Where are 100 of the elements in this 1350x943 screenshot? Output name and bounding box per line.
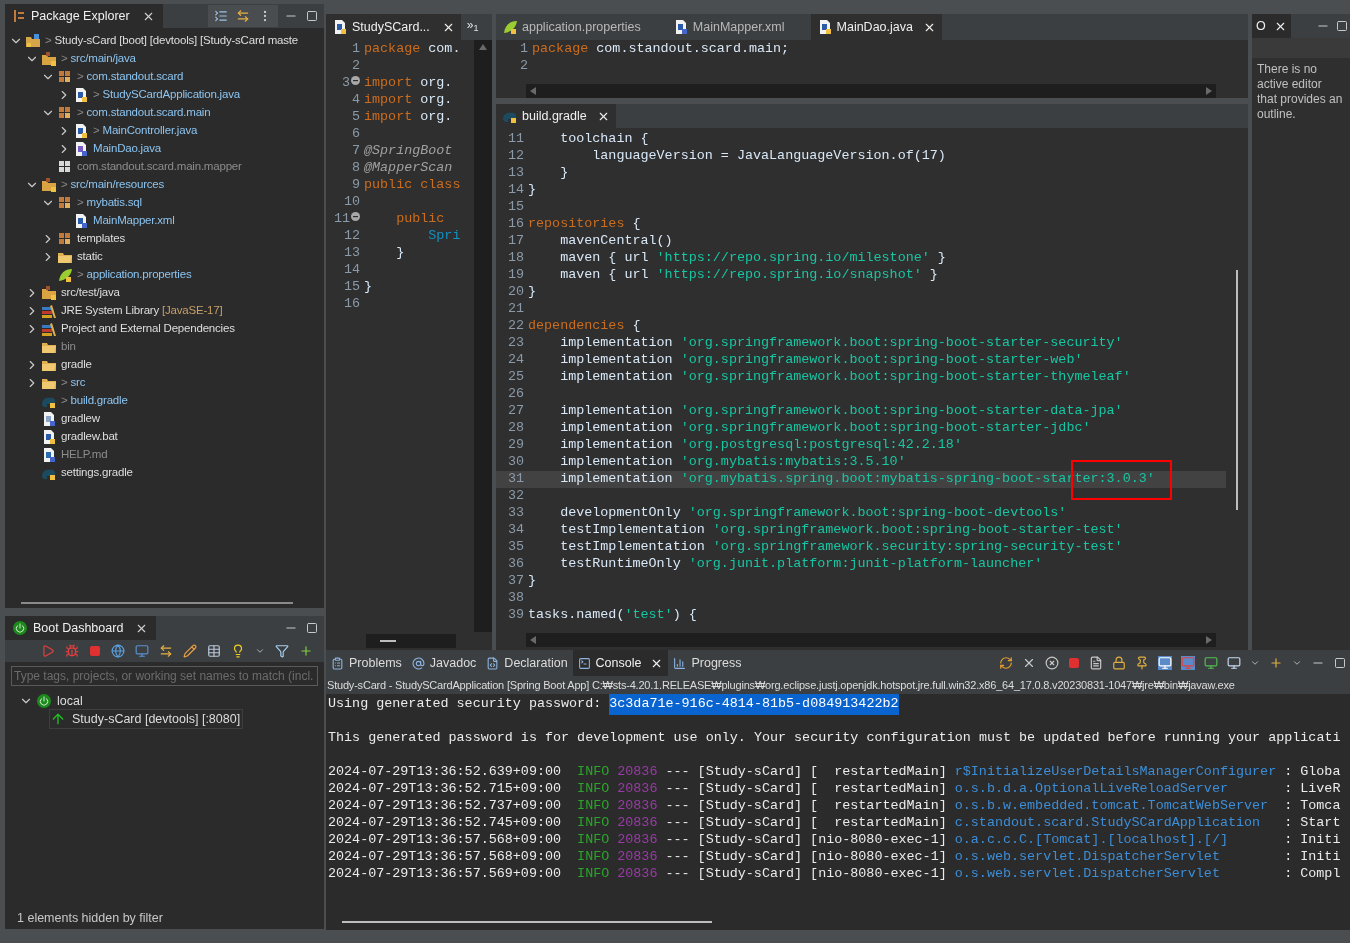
maximize-icon[interactable] [306, 10, 318, 22]
code-line: implementation 'org.mybatis:mybatis:3.5.10' [559, 453, 906, 472]
filter-field[interactable]: Type tags, projects, or working set names to match (incl. [11, 666, 318, 686]
tree-item[interactable]: > MainController.java [93, 122, 198, 140]
tree-item[interactable]: JRE System Library [JavaSE-17] [61, 302, 223, 320]
tree-item[interactable]: > src/main/resources [61, 176, 165, 194]
tree-item[interactable]: gradlew.bat [61, 428, 118, 446]
editor-tab[interactable]: build.gradle [496, 104, 616, 128]
scroll-right-icon[interactable] [1206, 636, 1212, 644]
fold-icon[interactable] [351, 76, 360, 85]
fold-icon[interactable] [351, 212, 360, 221]
pin-icon[interactable] [1135, 656, 1149, 670]
monitor-icon[interactable] [1227, 656, 1241, 670]
editor-tab[interactable]: StudySCard... [326, 14, 461, 40]
tree-item[interactable]: Project and External Dependencies [61, 320, 235, 338]
app-name: [Study-sCard] [697, 780, 804, 799]
dropdown-icon[interactable] [1250, 658, 1260, 668]
monitor-icon[interactable] [135, 644, 149, 658]
add-icon[interactable] [1269, 656, 1283, 670]
line-number: 35 [507, 538, 524, 557]
view-tab[interactable]: Declaration [481, 650, 573, 676]
pencil-icon[interactable] [183, 644, 197, 658]
tree-item[interactable]: bin [61, 338, 76, 356]
tree-item[interactable]: HELP.md [61, 446, 108, 464]
monitor-icon[interactable] [1158, 656, 1172, 670]
collapse-all-icon[interactable] [214, 9, 228, 23]
view-tab[interactable]: Problems [326, 650, 407, 676]
line-number: 12 [343, 227, 360, 246]
tree-item[interactable]: gradle [61, 356, 92, 374]
maximize-icon[interactable] [1336, 20, 1348, 32]
package-icon [57, 159, 73, 175]
line-number: 26 [507, 385, 524, 404]
debug-icon[interactable] [65, 644, 79, 658]
tree-item[interactable]: MainDao.java [93, 140, 161, 158]
code-line: import org. [364, 108, 453, 127]
view-tab[interactable]: Console [572, 650, 669, 676]
link-icon[interactable] [236, 9, 250, 23]
table-icon[interactable] [207, 644, 221, 658]
tree-item[interactable]: > com.standout.scard [77, 68, 184, 86]
maximize-icon[interactable] [1334, 657, 1346, 669]
console-line: This generated password is for development use only. Your security configuration must be updated before running your applicati [328, 729, 1341, 748]
add-icon[interactable] [299, 644, 313, 658]
tree-item[interactable]: > com.standout.scard.main [77, 104, 211, 122]
tree-item[interactable]: > src/main/java [61, 50, 136, 68]
editor-tab[interactable]: application.properties [496, 14, 647, 40]
tree-item[interactable]: local [57, 691, 83, 711]
line-number: 21 [507, 300, 524, 319]
tree-item[interactable]: > StudySCardApplication.java [93, 86, 240, 104]
line-number: 5 [351, 108, 360, 127]
tree-item[interactable]: > mybatis.sql [77, 194, 142, 212]
line-number: 13 [507, 164, 524, 183]
app-name: [Study-sCard] [697, 848, 804, 867]
dropdown-icon[interactable] [255, 646, 265, 656]
scroll-left-icon[interactable] [530, 87, 536, 95]
refresh-icon[interactable] [999, 656, 1013, 670]
tree-item[interactable]: gradlew [61, 410, 100, 428]
lock-icon[interactable] [1112, 656, 1126, 670]
tree-item[interactable]: > application.properties [77, 266, 192, 284]
swap-icon[interactable] [159, 644, 173, 658]
thread-name: [ restartedMain] [810, 814, 948, 833]
tree-item[interactable]: Study-sCard [devtools] [:8080] [49, 708, 244, 730]
remove-icon[interactable] [1022, 656, 1036, 670]
tree-item[interactable]: > build.gradle [61, 392, 128, 410]
tree-item[interactable]: > Study-sCard [boot] [devtools] [Study-sCard maste [45, 32, 299, 50]
vertical-scrollbar[interactable] [474, 40, 492, 632]
view-tab[interactable]: Package Explorer [5, 4, 163, 28]
scroll-right-icon[interactable] [1206, 87, 1212, 95]
code-line: testImplementation 'org.springframework.security:spring-security-test' [559, 538, 1123, 557]
remove-all-icon[interactable] [1045, 656, 1059, 670]
horizontal-scrollbar[interactable] [526, 84, 1216, 98]
file-icon [73, 141, 89, 157]
filter-icon[interactable] [275, 644, 289, 658]
tree-item[interactable]: > src [61, 374, 86, 392]
horizontal-scrollbar[interactable] [21, 602, 293, 604]
scroll-up-icon[interactable] [479, 44, 487, 50]
maximize-icon[interactable] [306, 622, 318, 634]
file-icon [73, 123, 89, 139]
editor-tab[interactable]: MainDao.java [810, 14, 942, 40]
tree-item[interactable]: src/test/java [61, 284, 120, 302]
logger-name: c.standout.scard.StudySCardApplication [954, 814, 1262, 833]
monitor-icon[interactable] [1204, 656, 1218, 670]
file-icon [41, 411, 57, 427]
horizontal-scrollbar[interactable] [366, 634, 456, 648]
globe-icon[interactable] [111, 644, 125, 658]
view-tab[interactable]: O [1252, 14, 1291, 38]
view-tab[interactable]: Boot Dashboard [5, 616, 157, 640]
tree-item[interactable]: com.standout.scard.main.mapper [77, 158, 242, 176]
horizontal-scrollbar[interactable] [342, 921, 712, 923]
lightbulb-icon[interactable] [231, 644, 245, 658]
tree-item[interactable]: settings.gradle [61, 464, 133, 482]
view-tab[interactable]: Javadoc [406, 650, 482, 676]
tree-item[interactable]: MainMapper.xml [93, 212, 175, 230]
tree-item[interactable]: static [77, 248, 103, 266]
scroll-left-icon[interactable] [530, 636, 536, 644]
editor-tab[interactable]: MainMapper.xml [666, 14, 791, 40]
horizontal-scrollbar[interactable] [526, 633, 1216, 647]
document-icon[interactable] [1089, 656, 1103, 670]
view-tab[interactable]: Progress [668, 650, 747, 676]
dropdown-icon[interactable] [1292, 658, 1302, 668]
tree-item[interactable]: templates [77, 230, 126, 248]
